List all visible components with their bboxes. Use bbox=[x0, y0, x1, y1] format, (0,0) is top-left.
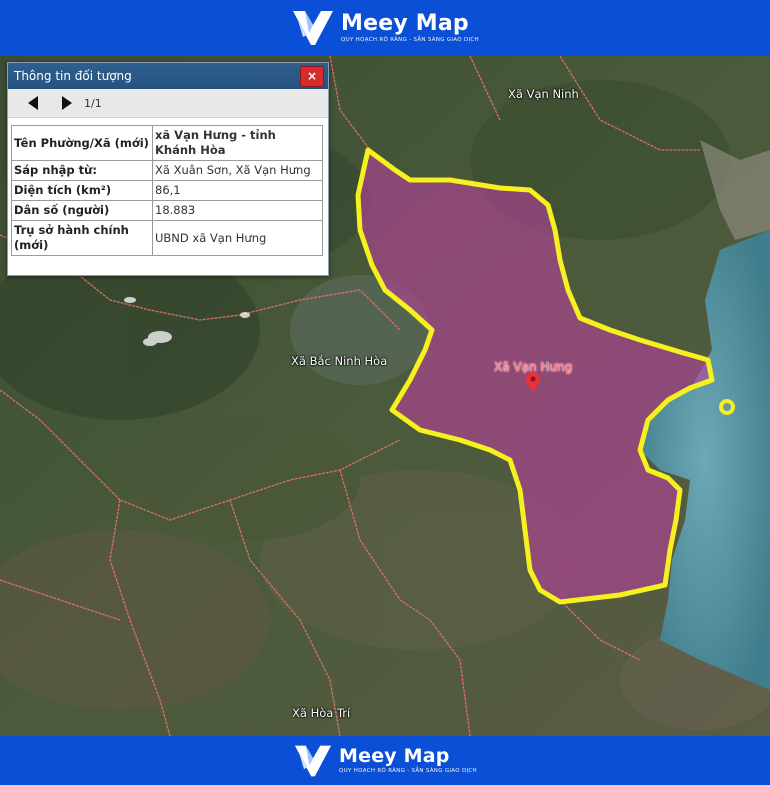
table-row: Sáp nhập từ: Xã Xuân Sơn, Xã Vạn Hưng bbox=[11, 160, 323, 181]
previous-button[interactable] bbox=[22, 93, 44, 113]
brand-logo: Meey Map QUY HOẠCH RÕ RÀNG - SẴN SÀNG GI… bbox=[293, 742, 477, 780]
table-row: Tên Phường/Xã (mới) xã Vạn Hưng - tỉnh K… bbox=[11, 125, 323, 161]
triangle-right-icon bbox=[62, 96, 72, 110]
brand-name: Meey Map bbox=[341, 11, 469, 36]
meey-logo-icon bbox=[294, 745, 332, 776]
next-button[interactable] bbox=[56, 93, 78, 113]
attr-value: xã Vạn Hưng - tỉnh Khánh Hòa bbox=[152, 125, 323, 161]
panel-navigation: 1/1 bbox=[8, 89, 328, 118]
map-pin-icon[interactable] bbox=[526, 372, 540, 392]
table-row: Dân số (người) 18.883 bbox=[11, 200, 323, 221]
attr-value: 86,1 bbox=[152, 180, 323, 201]
attr-key: Sáp nhập từ: bbox=[11, 160, 153, 181]
place-label-hoa-tri: Xã Hòa Trí bbox=[292, 706, 351, 720]
place-label-van-ninh: Xã Vạn Ninh bbox=[508, 87, 579, 101]
attr-value: Xã Xuân Sơn, Xã Vạn Hưng bbox=[152, 160, 323, 181]
table-row: Diện tích (km²) 86,1 bbox=[11, 180, 323, 201]
object-info-panel: Thông tin đối tượng × 1/1 Tên Phường/Xã … bbox=[7, 62, 329, 276]
brand-tagline: QUY HOẠCH RÕ RÀNG - SẴN SÀNG GIAO DỊCH bbox=[341, 37, 479, 43]
top-banner: Meey Map QUY HOẠCH RÕ RÀNG - SẴN SÀNG GI… bbox=[0, 0, 770, 56]
brand-name: Meey Map bbox=[339, 745, 450, 767]
attr-key: Diện tích (km²) bbox=[11, 180, 153, 201]
meey-logo-icon bbox=[293, 11, 333, 45]
place-label-bac-ninh-hoa: Xã Bắc Ninh Hòa bbox=[291, 354, 388, 368]
close-button[interactable]: × bbox=[300, 65, 324, 87]
brand-tagline: QUY HOẠCH RÕ RÀNG - SẴN SÀNG GIAO DỊCH bbox=[339, 768, 477, 774]
panel-header: Thông tin đối tượng × bbox=[8, 63, 328, 89]
attr-key: Tên Phường/Xã (mới) bbox=[11, 125, 153, 161]
attr-value: 18.883 bbox=[152, 200, 323, 221]
attr-key: Dân số (người) bbox=[11, 200, 153, 221]
close-icon: × bbox=[306, 69, 318, 83]
triangle-left-icon bbox=[28, 96, 38, 110]
brand-logo: Meey Map QUY HOẠCH RÕ RÀNG - SẴN SÀNG GI… bbox=[291, 7, 479, 49]
table-row: Trụ sở hành chính (mới) UBND xã Vạn Hưng bbox=[11, 220, 323, 256]
attr-value: UBND xã Vạn Hưng bbox=[152, 220, 323, 256]
page-indicator: 1/1 bbox=[84, 96, 102, 110]
attribute-table: Tên Phường/Xã (mới) xã Vạn Hưng - tỉnh K… bbox=[11, 125, 323, 256]
bottom-banner: Meey Map QUY HOẠCH RÕ RÀNG - SẴN SÀNG GI… bbox=[0, 736, 770, 785]
panel-title: Thông tin đối tượng bbox=[14, 69, 132, 83]
attr-key: Trụ sở hành chính (mới) bbox=[11, 220, 153, 256]
